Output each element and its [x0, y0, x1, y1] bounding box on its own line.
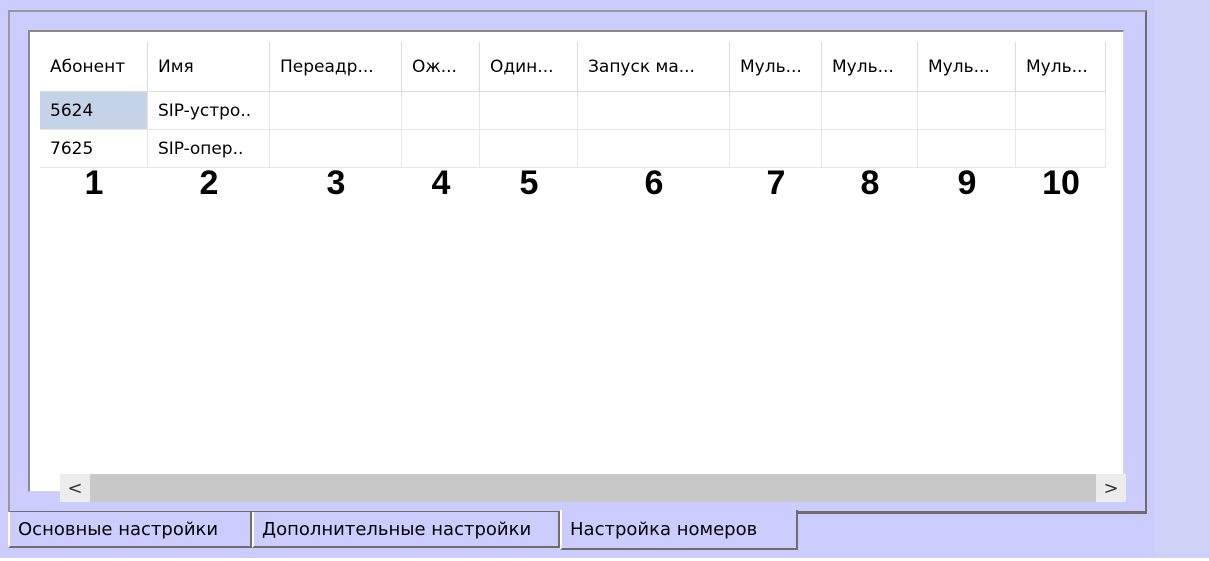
column-header[interactable]: Муль... [918, 42, 1016, 92]
grid-cell[interactable] [730, 92, 822, 130]
grid-cell[interactable]: SIP-опер.. [148, 130, 270, 168]
column-marker: 10 [1042, 164, 1080, 202]
grid-cell[interactable] [480, 130, 578, 168]
grid-cell[interactable] [730, 130, 822, 168]
horizontal-scrollbar[interactable]: < > [60, 474, 1126, 502]
column-marker: 8 [860, 164, 880, 202]
tab-number-settings[interactable]: Настройка номеров [560, 510, 798, 550]
column-marker: 9 [957, 164, 977, 202]
column-header[interactable]: Муль... [1016, 42, 1106, 92]
column-marker: 7 [766, 164, 786, 202]
tab-label: Основные настройки [18, 518, 219, 540]
grid-table: Абонент Имя Переадр... Ож... Один... Запуск м… [40, 42, 1106, 202]
column-marker: 6 [644, 164, 664, 202]
grid-cell[interactable] [578, 92, 730, 130]
grid-cell[interactable] [918, 92, 1016, 130]
grid-cell[interactable] [270, 130, 402, 168]
column-header[interactable]: Один... [480, 42, 578, 92]
column-header[interactable]: Абонент [40, 42, 148, 92]
tab-additional-settings[interactable]: Дополнительные настройки [252, 512, 560, 548]
grid-cell[interactable] [270, 92, 402, 130]
scroll-right-button[interactable]: > [1096, 474, 1126, 502]
grid-cell[interactable]: 5624 [40, 92, 148, 130]
grid-cell[interactable] [1016, 130, 1106, 168]
grid-cell[interactable] [402, 130, 480, 168]
grid-cell[interactable] [822, 130, 918, 168]
tab-label: Настройка номеров [570, 518, 758, 540]
grid-cell[interactable] [1016, 92, 1106, 130]
grid-cell[interactable] [480, 92, 578, 130]
grid-cell[interactable] [578, 130, 730, 168]
grid-cell[interactable] [402, 92, 480, 130]
grid-cell[interactable] [822, 92, 918, 130]
grid-cell[interactable] [918, 130, 1016, 168]
column-marker: 2 [199, 164, 219, 202]
scroll-left-button[interactable]: < [60, 474, 90, 502]
column-marker: 5 [519, 164, 539, 202]
column-header[interactable]: Переадр... [270, 42, 402, 92]
column-header[interactable]: Имя [148, 42, 270, 92]
tab-label: Дополнительные настройки [262, 518, 532, 540]
column-header[interactable]: Муль... [730, 42, 822, 92]
tab-panel: Абонент Имя Переадр... Ож... Один... Запуск м… [8, 10, 1147, 513]
numbers-grid[interactable]: Абонент Имя Переадр... Ож... Один... Запуск м… [28, 30, 1126, 502]
column-marker: 1 [84, 164, 104, 202]
column-marker: 3 [326, 164, 346, 202]
chevron-right-icon: > [1103, 477, 1119, 499]
grid-cell[interactable]: 7625 [40, 130, 148, 168]
tab-basic-settings[interactable]: Основные настройки [8, 512, 252, 548]
column-header[interactable]: Муль... [822, 42, 918, 92]
column-header[interactable]: Ож... [402, 42, 480, 92]
side-strip [1155, 0, 1209, 558]
column-header[interactable]: Запуск ма... [578, 42, 730, 92]
column-marker: 4 [431, 164, 451, 202]
chevron-left-icon: < [67, 477, 83, 499]
grid-cell[interactable]: SIP-устро.. [148, 92, 270, 130]
